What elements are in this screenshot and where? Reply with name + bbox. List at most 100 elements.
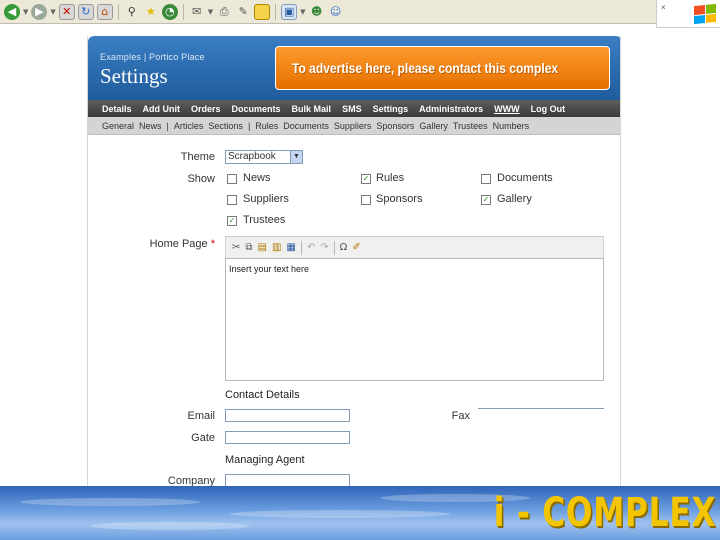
wave-decoration bbox=[230, 510, 450, 518]
subnav-documents[interactable]: Documents bbox=[283, 121, 329, 131]
undo-icon[interactable]: ↶ bbox=[307, 242, 315, 253]
print-icon[interactable]: ⎙ bbox=[216, 4, 232, 20]
subnav-trustees[interactable]: Trustees bbox=[453, 121, 488, 131]
checkbox-trustees-label: Trustees bbox=[243, 214, 286, 226]
nav-settings[interactable]: Settings bbox=[373, 104, 409, 114]
checkbox-rules[interactable]: ✓ bbox=[361, 174, 371, 184]
windows-flag-icon bbox=[694, 3, 716, 24]
subnav-general[interactable]: General bbox=[102, 121, 134, 131]
breadcrumb[interactable]: Examples | Portico Place bbox=[100, 52, 205, 62]
subnav-divider: | bbox=[247, 120, 251, 131]
forward-dropdown-icon[interactable]: ▼ bbox=[50, 8, 55, 16]
wave-decoration bbox=[20, 498, 200, 506]
search-icon[interactable]: ⚲ bbox=[124, 4, 140, 20]
paste-text-icon[interactable]: ▥ bbox=[272, 242, 281, 253]
ad-banner[interactable]: To advertise here, please contact this c… bbox=[275, 46, 610, 90]
theme-select[interactable]: Scrapbook ▼ bbox=[225, 150, 303, 164]
checkbox-rules-label: Rules bbox=[376, 172, 405, 184]
subnav-divider: | bbox=[166, 120, 169, 131]
company-label: Company bbox=[167, 475, 215, 486]
nav-orders[interactable]: Orders bbox=[191, 104, 221, 114]
toolbar-separator bbox=[117, 3, 119, 20]
copy-icon[interactable]: ⧉ bbox=[245, 242, 252, 253]
gate-field[interactable] bbox=[225, 431, 350, 444]
home-page-label-text: Home Page bbox=[149, 238, 208, 250]
research-icon[interactable]: ▣ bbox=[281, 3, 298, 20]
editor-separator bbox=[333, 240, 335, 255]
page-header: Examples | Portico Place Settings To adv… bbox=[88, 36, 620, 100]
favorites-icon[interactable]: ★ bbox=[143, 4, 159, 20]
subnav-numbers[interactable]: Numbers bbox=[493, 121, 530, 131]
messenger-icon[interactable]: ☻ bbox=[309, 4, 325, 20]
windows-logo-panel: × bbox=[656, 0, 720, 28]
history-icon[interactable]: ◔ bbox=[161, 3, 178, 20]
nav-documents[interactable]: Documents bbox=[232, 104, 281, 114]
main-nav: Details Add Unit Orders Documents Bulk M… bbox=[88, 100, 620, 117]
page-panel: Examples | Portico Place Settings To adv… bbox=[87, 36, 621, 486]
refresh-icon[interactable]: ↻ bbox=[77, 3, 94, 20]
nav-bulk-mail[interactable]: Bulk Mail bbox=[292, 104, 332, 114]
mail-dropdown-icon[interactable]: ▼ bbox=[208, 8, 213, 16]
checkbox-gallery[interactable]: ✓ bbox=[481, 195, 491, 205]
fax-label: Fax bbox=[451, 410, 470, 422]
back-dropdown-icon[interactable]: ▼ bbox=[23, 8, 28, 16]
checkbox-sponsors[interactable] bbox=[361, 195, 371, 205]
subnav-suppliers[interactable]: Suppliers bbox=[334, 121, 372, 131]
brand-logo: i - COMPLEX bbox=[493, 490, 716, 536]
nav-administrators[interactable]: Administrators bbox=[419, 104, 483, 114]
nav-sms[interactable]: SMS bbox=[342, 104, 362, 114]
forward-icon[interactable]: ▶ bbox=[31, 3, 48, 20]
messenger-contact-icon[interactable]: ☺ bbox=[328, 4, 344, 20]
redo-icon[interactable]: ↷ bbox=[320, 242, 328, 253]
cut-icon[interactable]: ✂ bbox=[232, 242, 240, 253]
checkbox-trustees[interactable]: ✓ bbox=[227, 216, 237, 226]
ad-banner-text: To advertise here, please contact this c… bbox=[292, 60, 559, 76]
browser-toolbar: ◀ ▼ ▶ ▼ ✕ ↻ ⌂ ⚲ ★ ◔ ✉ ▼ ⎙ ✎ ▣ ▼ ☻ ☺ bbox=[0, 0, 720, 24]
special-char-icon[interactable]: Ω bbox=[340, 242, 348, 253]
required-mark: * bbox=[210, 238, 215, 250]
nav-add-unit[interactable]: Add Unit bbox=[143, 104, 181, 114]
back-icon[interactable]: ◀ bbox=[4, 3, 20, 20]
theme-select-value: Scrapbook bbox=[228, 151, 276, 162]
checkbox-suppliers[interactable] bbox=[227, 195, 237, 205]
checkbox-sponsors-label: Sponsors bbox=[376, 193, 423, 205]
subnav-articles[interactable]: Articles bbox=[174, 121, 204, 131]
paste-icon[interactable]: ▤ bbox=[258, 242, 267, 253]
fax-field[interactable] bbox=[478, 407, 604, 409]
chevron-down-icon[interactable]: ▼ bbox=[290, 151, 302, 163]
discuss-icon[interactable] bbox=[254, 3, 271, 20]
stop-icon[interactable]: ✕ bbox=[58, 3, 75, 20]
theme-label: Theme bbox=[180, 151, 215, 163]
clean-icon[interactable]: ✐ bbox=[352, 242, 360, 253]
managing-agent-heading: Managing Agent bbox=[225, 454, 305, 466]
subnav-gallery[interactable]: Gallery bbox=[419, 121, 448, 131]
close-icon[interactable]: × bbox=[661, 3, 666, 12]
checkbox-news-label: News bbox=[243, 172, 271, 184]
email-label: Email bbox=[187, 410, 215, 422]
footer-band: i - COMPLEX bbox=[0, 486, 720, 540]
nav-details[interactable]: Details bbox=[102, 104, 132, 114]
editor-toolbar: ✂ ⧉ ▤ ▥ ▦ ↶ ↷ Ω ✐ bbox=[225, 236, 604, 258]
research-dropdown-icon[interactable]: ▼ bbox=[300, 8, 305, 16]
gate-label: Gate bbox=[191, 432, 215, 444]
company-field[interactable] bbox=[225, 474, 350, 486]
mail-icon[interactable]: ✉ bbox=[189, 4, 205, 20]
email-field[interactable] bbox=[225, 409, 350, 422]
subnav-sponsors[interactable]: Sponsors bbox=[376, 121, 414, 131]
wave-decoration bbox=[90, 522, 250, 530]
subnav-news[interactable]: News bbox=[139, 121, 162, 131]
paste-word-icon[interactable]: ▦ bbox=[286, 242, 295, 253]
subnav-rules[interactable]: Rules bbox=[255, 121, 278, 131]
sub-nav: General News | Articles Sections | Rules… bbox=[88, 117, 620, 135]
show-label: Show bbox=[187, 173, 215, 185]
home-icon[interactable]: ⌂ bbox=[96, 3, 113, 20]
edit-icon[interactable]: ✎ bbox=[235, 4, 251, 20]
nav-www[interactable]: WWW bbox=[494, 104, 519, 114]
checkbox-news[interactable] bbox=[227, 174, 237, 184]
home-page-editor[interactable]: Insert your text here bbox=[225, 258, 604, 381]
checkbox-documents[interactable] bbox=[481, 174, 491, 184]
home-page-label: Home Page * bbox=[150, 238, 215, 250]
nav-log-out[interactable]: Log Out bbox=[531, 104, 566, 114]
subnav-sections[interactable]: Sections bbox=[208, 121, 243, 131]
editor-placeholder: Insert your text here bbox=[229, 264, 310, 274]
